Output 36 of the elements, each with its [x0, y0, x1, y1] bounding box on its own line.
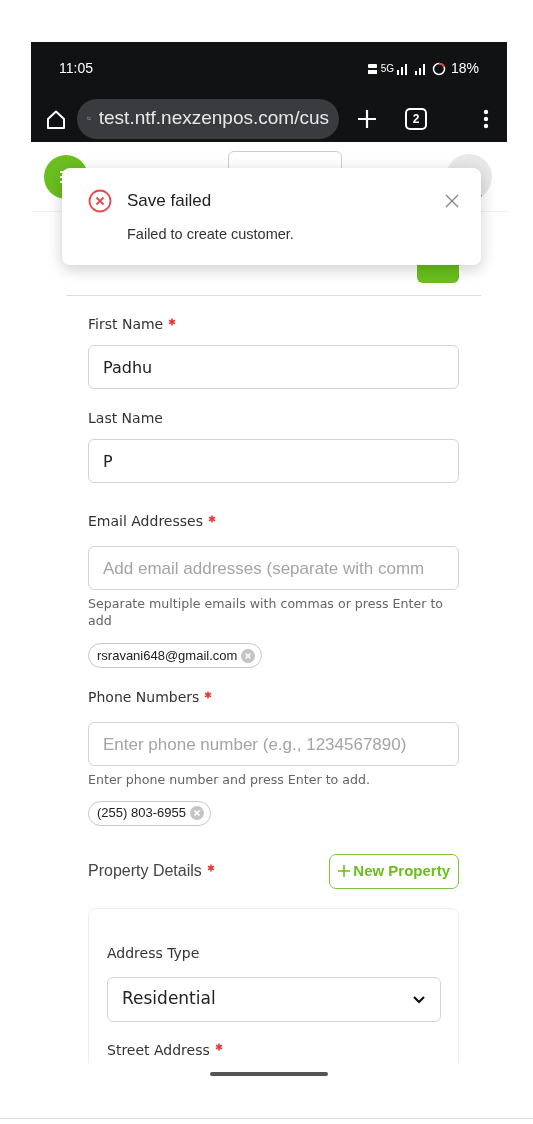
volte-icon — [367, 62, 378, 75]
remove-icon[interactable] — [189, 806, 204, 820]
tab-count[interactable]: 2 — [405, 107, 427, 130]
toast-message: Failed to create customer. — [127, 224, 295, 244]
new-tab-icon[interactable] — [357, 108, 377, 129]
url-text: test.ntf.nexzenpos.com/cus — [98, 106, 329, 131]
help-text: Enter phone number and press Enter to add. — [88, 771, 371, 789]
field-label: Phone Numbers — [88, 688, 200, 708]
input-field[interactable]: Enter phone number (e.g., 1234567890) — [88, 722, 459, 767]
battery-percent: 18% — [450, 59, 479, 78]
input-field[interactable]: Padhu — [88, 345, 459, 389]
signal-icon — [413, 62, 426, 75]
field-label: Address Type — [107, 943, 200, 963]
field-label: Last Name — [88, 409, 163, 428]
battery-icon — [431, 61, 446, 76]
select-value: Residential — [122, 987, 216, 1011]
input-field[interactable]: Add email addresses (separate with comm — [88, 546, 459, 590]
field-label: Street Address — [107, 1040, 210, 1060]
input-field[interactable]: P — [88, 439, 459, 483]
address-bar[interactable]: test.ntf.nexzenpos.com/cus — [77, 98, 339, 139]
signal-icon — [395, 62, 408, 75]
gesture-handle[interactable] — [210, 1072, 328, 1076]
plus-icon — [338, 865, 351, 877]
close-icon[interactable] — [445, 193, 459, 208]
menu-icon[interactable] — [483, 108, 489, 129]
network-type: 5G — [380, 62, 394, 76]
select-field[interactable]: Residential — [107, 976, 441, 1022]
chevron-down-icon — [412, 994, 426, 1004]
toast-title: Save failed — [127, 190, 212, 212]
remove-icon[interactable] — [241, 648, 256, 663]
status-time: 11:05 — [59, 59, 93, 78]
field-label: Email Addresses — [88, 512, 203, 531]
help-text: Separate multiple emails with commas or press Enter to add — [88, 595, 445, 629]
section-label: Property Details — [88, 861, 202, 881]
field-label: First Name — [88, 315, 164, 334]
error-icon — [88, 188, 112, 213]
